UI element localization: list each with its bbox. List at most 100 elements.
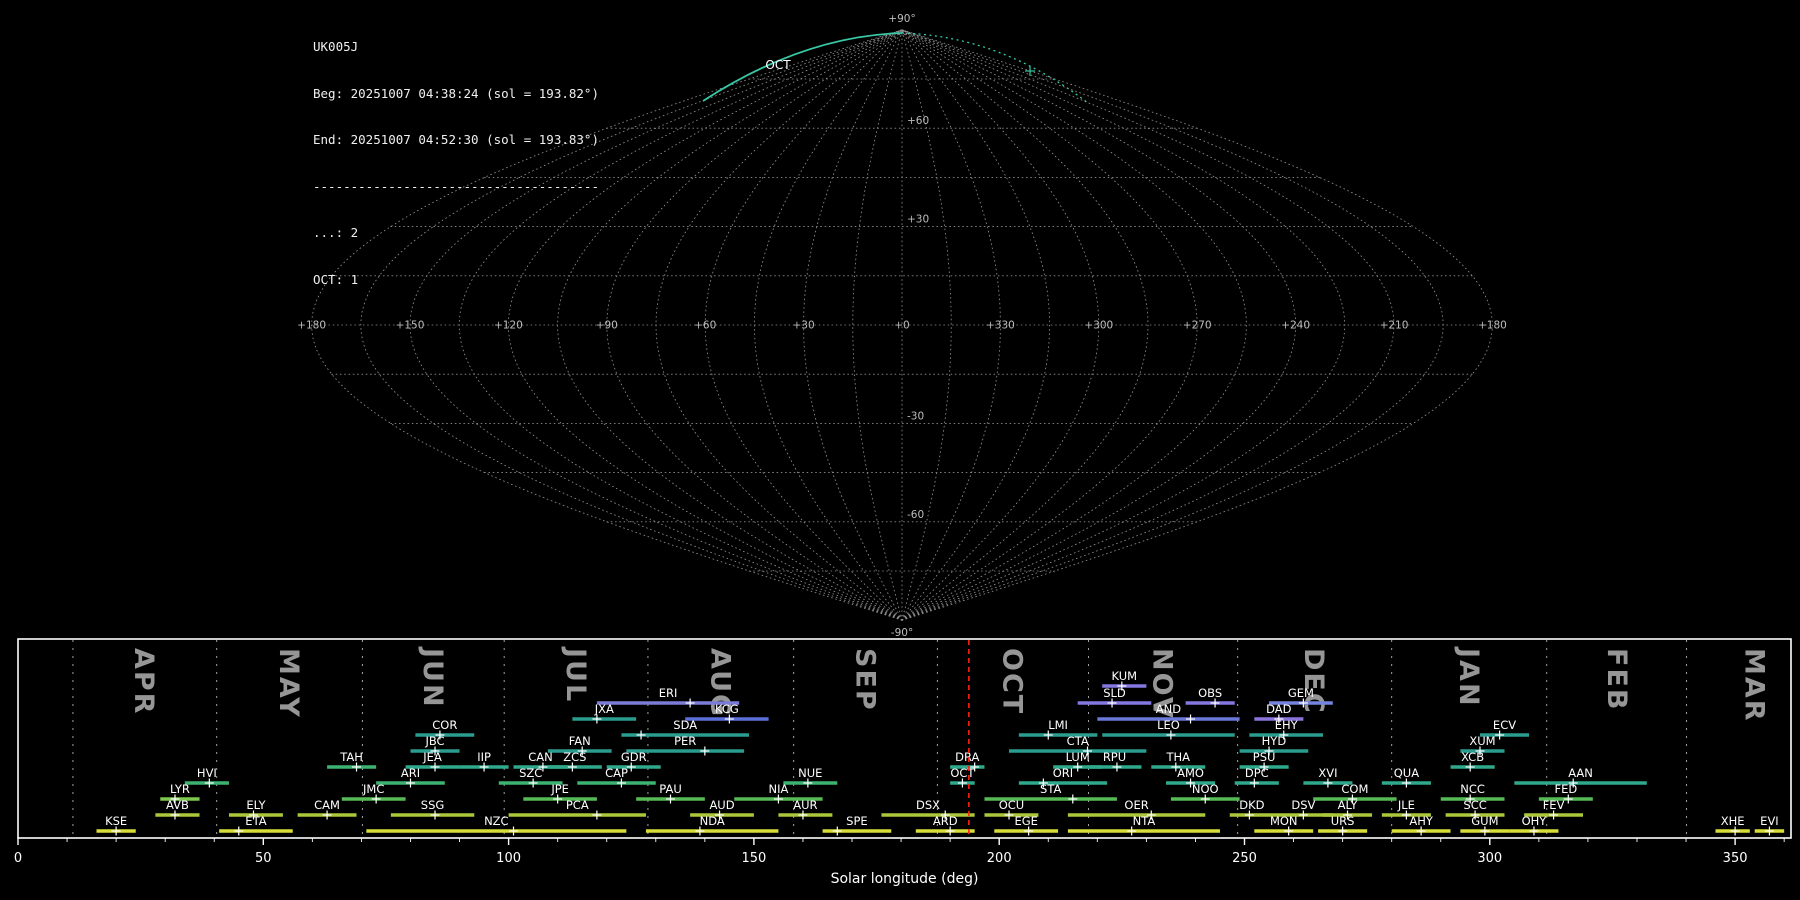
shower-label: EVI bbox=[1760, 814, 1779, 828]
shower-label: SDA bbox=[673, 718, 697, 732]
shower-label: AUR bbox=[793, 798, 817, 812]
shower-label: OBS bbox=[1198, 686, 1222, 700]
shower-tah: TAH bbox=[327, 750, 377, 772]
shower-pca: PCA bbox=[508, 798, 646, 820]
longitude-label: +330 bbox=[986, 320, 1015, 332]
end-time-line: End: 20251007 04:52:30 (sol = 193.83°) bbox=[313, 132, 599, 147]
shower-label: NUE bbox=[798, 766, 822, 780]
shower-label: SCC bbox=[1463, 798, 1486, 812]
shower-label: QUA bbox=[1394, 766, 1419, 780]
separator-line: -------------------------------------- bbox=[313, 178, 599, 194]
shower-ohy: OHY bbox=[1509, 814, 1559, 836]
shower-ard: ARD bbox=[915, 814, 975, 836]
shower-label: NIA bbox=[768, 782, 788, 796]
shower-aur: AUR bbox=[778, 798, 833, 820]
shower-label: DKD bbox=[1239, 798, 1264, 812]
shower-label: DSX bbox=[916, 798, 940, 812]
shower-avb: AVB bbox=[155, 798, 200, 820]
shower-aan: AAN bbox=[1514, 766, 1647, 788]
timeline: APR MAY JUN JUL AUG SEP OCT NOV DEC JAN FEB MARKUME… bbox=[14, 638, 1792, 887]
shower-label: CAP bbox=[605, 766, 628, 780]
shower-label: JLE bbox=[1397, 798, 1415, 812]
shower-cor: COR bbox=[415, 718, 475, 740]
station-id: UK005J bbox=[313, 39, 359, 54]
shower-label: PAU bbox=[659, 782, 681, 796]
shower-label: JXA bbox=[594, 702, 614, 716]
count-unassigned-line: ...: 2 bbox=[313, 225, 359, 240]
shower-label: EGE bbox=[1014, 814, 1037, 828]
x-tick-label: 250 bbox=[1232, 851, 1257, 866]
shower-label: DSV bbox=[1291, 798, 1315, 812]
x-tick-label: 350 bbox=[1723, 851, 1748, 866]
shower-label: LEO bbox=[1157, 718, 1180, 732]
shower-ege: EGE bbox=[994, 814, 1059, 836]
shower-label: DRA bbox=[955, 750, 979, 764]
shower-label: GEM bbox=[1288, 686, 1314, 700]
latitude-label: +30 bbox=[907, 214, 929, 226]
shower-label: URS bbox=[1331, 814, 1355, 828]
shower-label: KUM bbox=[1112, 669, 1138, 683]
begin-time-line: Beg: 20251007 04:38:24 (sol = 193.82°) bbox=[313, 85, 599, 101]
shower-label: JBC bbox=[424, 734, 444, 748]
shower-label: AUD bbox=[709, 798, 734, 812]
shower-bars: KUM ERI SLD OBS GEM JXA KCG AND DAD COR SDA LMI LEO E… bbox=[96, 669, 1785, 836]
shower-label: CAM bbox=[314, 798, 340, 812]
x-axis-ticks bbox=[17, 838, 1785, 845]
track-dotted-segment bbox=[901, 32, 1089, 104]
shower-dkd: DKD bbox=[1229, 798, 1274, 820]
shower-label: OHY bbox=[1522, 814, 1548, 828]
shower-label: FED bbox=[1554, 782, 1577, 796]
shower-label: PCA bbox=[566, 798, 589, 812]
shower-label: FEV bbox=[1543, 798, 1565, 812]
month-label: JUN bbox=[417, 646, 448, 709]
shower-label: CAN bbox=[528, 750, 553, 764]
shower-label: CTA bbox=[1067, 734, 1089, 748]
shower-label: ALY bbox=[1338, 798, 1359, 812]
shower-label: MON bbox=[1270, 814, 1298, 828]
shower-label: AHY bbox=[1409, 814, 1434, 828]
month-label: MAY bbox=[273, 648, 304, 719]
x-axis-title: Solar longitude (deg) bbox=[831, 871, 979, 887]
x-tick-label: 150 bbox=[741, 851, 766, 866]
shower-label: JMC bbox=[362, 782, 384, 796]
latitude-label: +60 bbox=[907, 115, 929, 127]
shower-label: HYD bbox=[1262, 734, 1287, 748]
shower-label: AAN bbox=[1568, 766, 1593, 780]
shower-label: PER bbox=[674, 734, 696, 748]
shower-label: SZC bbox=[519, 766, 542, 780]
shower-evi: EVI bbox=[1754, 814, 1785, 836]
month-label: JUL bbox=[560, 646, 591, 703]
shower-label: LYR bbox=[170, 782, 190, 796]
longitude-label: +30 bbox=[793, 320, 815, 332]
shower-label: ORI bbox=[1053, 766, 1073, 780]
shower-label: XCB bbox=[1461, 750, 1484, 764]
longitude-label: +270 bbox=[1183, 320, 1212, 332]
shower-label: DAD bbox=[1266, 702, 1292, 716]
month-label: JAN bbox=[1453, 646, 1484, 708]
longitude-label: +300 bbox=[1084, 320, 1113, 332]
meridian-line bbox=[655, 29, 903, 621]
longitude-label: +0 bbox=[894, 320, 909, 332]
shower-label: IIP bbox=[477, 750, 491, 764]
longitude-label: +180 bbox=[1478, 320, 1507, 332]
shower-label: HVI bbox=[197, 766, 217, 780]
longitude-label: +150 bbox=[396, 320, 425, 332]
shower-label: AND bbox=[1156, 702, 1181, 716]
shower-eta: ETA bbox=[219, 814, 293, 836]
shower-label: JEA bbox=[422, 750, 442, 764]
month-label: SEP bbox=[849, 648, 880, 712]
longitude-label: +120 bbox=[494, 320, 523, 332]
shower-jxa: JXA bbox=[572, 702, 637, 724]
shower-label: KCG bbox=[715, 702, 739, 716]
shower-hvi: HVI bbox=[184, 766, 229, 788]
shower-label: SSG bbox=[421, 798, 445, 812]
month-label: MAR bbox=[1739, 648, 1770, 723]
shower-label: GUM bbox=[1471, 814, 1498, 828]
shower-label: KSE bbox=[105, 814, 127, 828]
longitude-label: +240 bbox=[1281, 320, 1310, 332]
shower-mon: MON bbox=[1254, 814, 1314, 836]
shower-label: COM bbox=[1341, 782, 1368, 796]
shower-label: NOO bbox=[1192, 782, 1219, 796]
shower-jmc: JMC bbox=[341, 782, 406, 804]
shower-label: NDA bbox=[700, 814, 725, 828]
